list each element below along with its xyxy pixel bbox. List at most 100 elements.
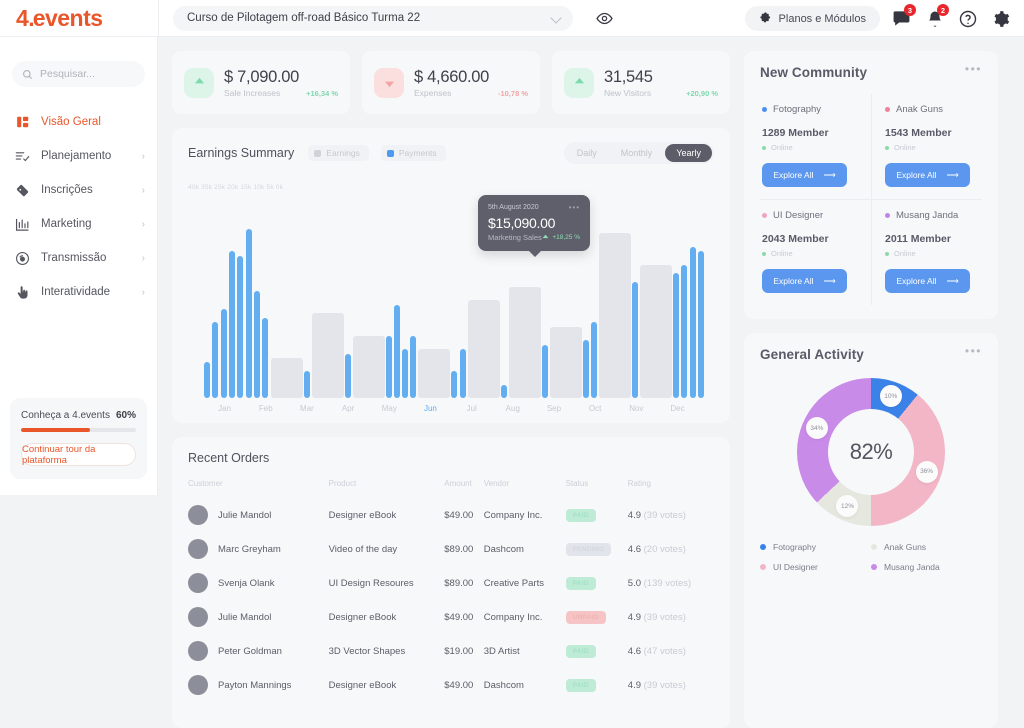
table-row[interactable]: Svenja Olank UI Design Resoures $89.00 Crea… xyxy=(188,566,714,600)
arrow-right-icon: ⟶ xyxy=(946,169,959,180)
vote-count: (39 votes) xyxy=(643,679,686,691)
bar-chart xyxy=(204,220,704,398)
sidebar-item-label: Interatividade xyxy=(41,286,111,298)
brand-logo[interactable]: 4.events xyxy=(0,6,158,30)
chevron-right-icon: › xyxy=(141,218,145,230)
x-axis-tick: Nov xyxy=(629,404,644,413)
cell-product: UI Design Resoures xyxy=(328,577,414,589)
explore-all-button[interactable]: Explore All ⟶ xyxy=(762,269,847,293)
promo-title: Conheça a 4.events xyxy=(21,410,110,421)
stat-row: Sale Increases +16,34 % xyxy=(224,88,338,98)
help-button[interactable] xyxy=(956,7,979,30)
main-content: $ 7,090.00 Sale Increases +16,34 % $ 4,660.… xyxy=(158,37,1024,728)
cell-rating: 4.6 (47 votes) xyxy=(627,645,686,657)
sidebar-item-interatividade[interactable]: Interatividade › xyxy=(0,275,157,309)
tooltip-header: 5th August 2020 ••• xyxy=(488,203,580,212)
community-member-count: 1289 Member xyxy=(762,127,829,139)
community-name-row: Anak Guns xyxy=(885,104,972,115)
community-color-dot xyxy=(885,107,890,112)
sidebar-item-marketing[interactable]: Marketing › xyxy=(0,207,157,241)
legend-color-dot xyxy=(871,564,877,570)
activity-header: General Activity ••• xyxy=(760,345,982,362)
sidebar-item-label: Planejamento xyxy=(41,150,112,162)
messages-button[interactable]: 3 xyxy=(890,4,916,30)
arrow-right-icon: ⟶ xyxy=(946,275,959,286)
bar-payments xyxy=(541,344,548,398)
explore-all-button[interactable]: Explore All ⟶ xyxy=(762,163,847,187)
table-row[interactable]: Julie Mandol Designer eBook $49.00 Company … xyxy=(188,600,714,634)
more-dots-icon[interactable]: ••• xyxy=(965,345,982,357)
cell-vendor: 3D Artist xyxy=(483,645,520,657)
sidebar-item-transmissao[interactable]: Transmissão › xyxy=(0,241,157,275)
planos-e-modulos-button[interactable]: Planos e Módulos xyxy=(744,6,880,31)
cell-status: PAID xyxy=(565,498,628,532)
bar-group xyxy=(697,220,704,398)
settings-button[interactable] xyxy=(989,7,1012,30)
preview-eye-button[interactable] xyxy=(593,7,615,29)
legend-item: Anak Guns xyxy=(871,542,982,552)
column-header: Vendor xyxy=(483,479,510,488)
customer-name: Julie Mandol xyxy=(218,509,272,521)
earnings-plot: 5th August 2020 ••• $15,090.00 Marketing… xyxy=(188,195,714,398)
column-header: Product xyxy=(328,479,357,488)
bar-group xyxy=(254,220,261,398)
more-dots-icon[interactable]: ••• xyxy=(965,63,982,75)
table-row[interactable]: Peter Goldman 3D Vector Shapes $19.00 3D Ar… xyxy=(188,634,714,668)
legend-item: UI Designer xyxy=(760,562,871,572)
search-input[interactable]: Pesquisar... xyxy=(12,61,145,87)
sidebar-item-label: Inscrições xyxy=(41,184,93,196)
range-monthly-button[interactable]: Monthly xyxy=(610,144,664,162)
stat-value: 31,545 xyxy=(604,67,653,86)
promo-percent: 60% xyxy=(115,410,136,421)
legend-item[interactable]: Payments xyxy=(380,145,446,161)
community-color-dot xyxy=(762,107,767,112)
bar-group xyxy=(245,220,252,398)
cell-customer: Marc Greyham xyxy=(188,532,329,566)
cell-customer: Svenja Olank xyxy=(188,566,329,600)
cell-product: 3D Vector Shapes xyxy=(328,645,406,657)
table-row[interactable]: Julie Mandol Designer eBook $49.00 Company … xyxy=(188,498,714,532)
customer-name: Svenja Olank xyxy=(218,577,275,589)
recent-orders-card: Recent Orders Customer Product Amount Vendo… xyxy=(172,437,730,728)
table-row[interactable]: Payton Mannings Designer eBook $49.00 Dashc… xyxy=(188,668,714,702)
notifications-button[interactable]: 2 xyxy=(923,4,949,30)
cell-status: PAID xyxy=(565,566,628,600)
community-name-row: Musang Janda xyxy=(885,210,972,221)
range-yearly-button[interactable]: Yearly xyxy=(665,144,712,162)
community-name-row: UI Designer xyxy=(762,210,861,221)
cell-status: UNPAID xyxy=(565,600,628,634)
explore-all-button[interactable]: Explore All ⟶ xyxy=(885,269,970,293)
bar-group xyxy=(220,220,227,398)
broadcast-icon xyxy=(14,250,31,267)
table-row[interactable]: Marc Greyham Video of the day $89.00 Dashco… xyxy=(188,532,714,566)
explore-all-label: Explore All xyxy=(896,170,937,180)
chevron-down-icon xyxy=(551,12,563,24)
bar-group xyxy=(270,220,310,398)
sidebar-item-inscricoes[interactable]: Inscrições › xyxy=(0,173,157,207)
stat-row: Expenses -10,78 % xyxy=(414,88,528,98)
legend-label: Anak Guns xyxy=(884,542,927,552)
range-daily-button[interactable]: Daily xyxy=(566,144,608,162)
legend-item[interactable]: Earnings xyxy=(308,145,369,161)
online-label: Online xyxy=(894,249,916,258)
avatar xyxy=(188,641,208,661)
bar-group xyxy=(459,220,466,398)
bar-group xyxy=(352,220,392,398)
cell-status: PENDING xyxy=(565,532,628,566)
arrow-down-icon xyxy=(374,67,404,98)
customer-name: Payton Mannings xyxy=(218,679,292,691)
continue-tour-button[interactable]: Continuar tour da plataforma xyxy=(21,443,136,466)
y-axis-labels: 40k 35k 25k 20k 15k 10k 5k 0k xyxy=(188,184,284,191)
status-badge: UNPAID xyxy=(565,610,606,624)
cell-product: Designer eBook xyxy=(328,509,397,521)
bar-payments xyxy=(220,309,227,398)
community-cell: UI Designer 2043 Member Online Explore All ⟶ xyxy=(760,199,871,305)
sidebar-item-planejamento[interactable]: Planejamento › xyxy=(0,139,157,173)
bar-payments xyxy=(229,251,236,398)
explore-all-button[interactable]: Explore All ⟶ xyxy=(885,163,970,187)
bar-payments xyxy=(697,251,704,398)
course-selector[interactable]: Curso de Pilotagem off-road Básico Turma… xyxy=(173,5,573,31)
donut-slice-label: 36% xyxy=(915,460,938,483)
sidebar-item-visao-geral[interactable]: Visão Geral xyxy=(0,105,157,139)
legend-item: Musang Janda xyxy=(871,562,982,572)
